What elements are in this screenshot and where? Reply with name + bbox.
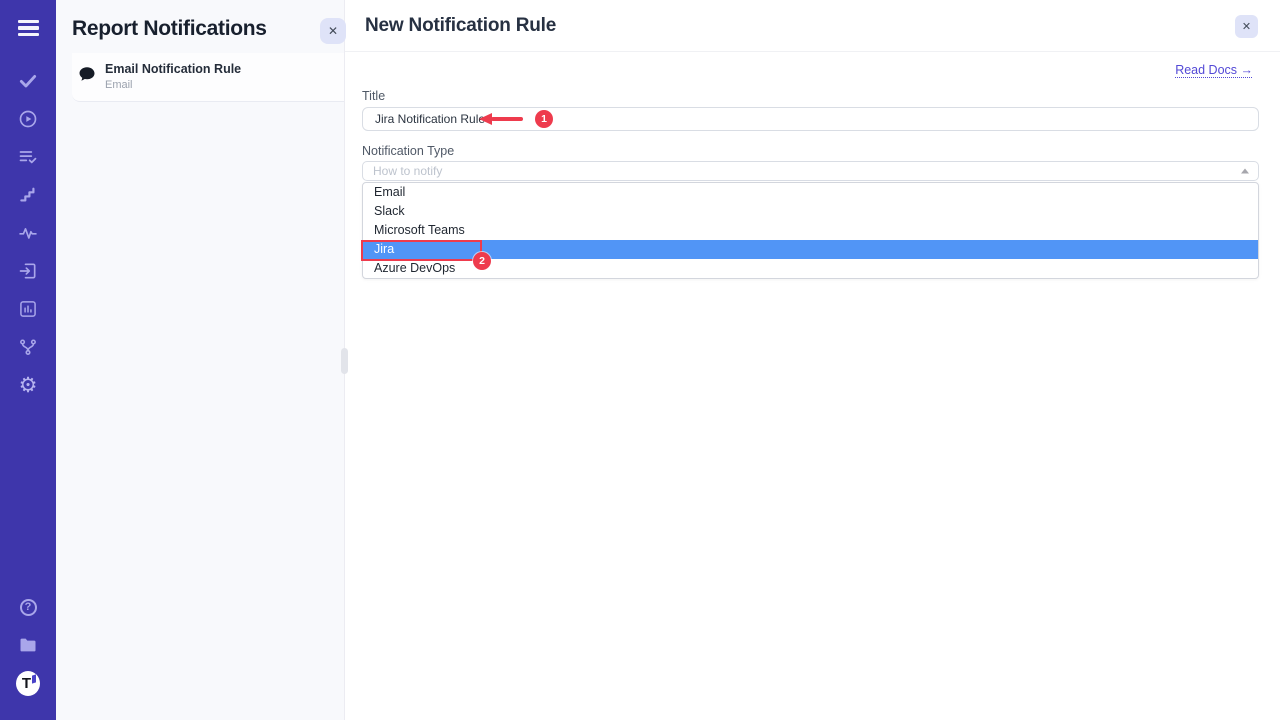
option-microsoft-teams[interactable]: Microsoft Teams [363,221,1258,240]
speech-bubble-icon [78,65,96,88]
import-icon[interactable] [16,259,40,283]
report-notifications-panel: Report Notifications ✕ Email Notificatio… [56,0,345,720]
playlist-check-icon[interactable] [16,145,40,169]
notification-type-select[interactable]: How to notify [362,161,1259,181]
select-placeholder: How to notify [373,164,442,178]
menu-icon[interactable] [16,16,40,40]
annotation-arrow-left [479,113,523,125]
annotation-highlight-rect [361,240,482,261]
steps-icon[interactable] [16,183,40,207]
option-email[interactable]: Email [363,183,1258,202]
activity-icon[interactable] [16,221,40,245]
notification-rule-form: Title Jira Notification Rule 1 Notificat… [345,79,1280,279]
list-item-email-notification-rule[interactable]: Email Notification Rule Email [72,53,344,102]
logo-letter: T [22,675,31,692]
notification-type-dropdown: Email Slack Microsoft Teams Jira Azure D… [362,182,1259,279]
drawer-header: New Notification Rule ✕ [345,0,1280,52]
panel-resize-handle[interactable] [341,348,348,374]
notification-type-label: Notification Type [362,144,1259,158]
annotation-step-badge-1: 1 [535,110,553,128]
new-notification-rule-drawer: New Notification Rule ✕ Read Docs → Titl… [345,0,1280,720]
menu-bar [18,26,39,29]
menu-bar [18,33,39,36]
panel-title: Report Notifications [56,0,344,53]
close-icon[interactable]: ✕ [1235,15,1258,38]
sidebar-bottom: ? T [16,588,40,702]
read-docs-row: Read Docs → [345,52,1280,79]
title-label: Title [362,89,1259,103]
folder-icon[interactable] [16,633,40,657]
arrow-tail [491,117,523,121]
play-circle-icon[interactable] [16,107,40,131]
option-jira[interactable]: Jira [363,240,1258,259]
bar-chart-icon[interactable] [16,297,40,321]
close-icon[interactable]: ✕ [320,18,346,44]
help-icon[interactable]: ? [16,595,40,619]
option-azure-devops[interactable]: Azure DevOps [363,259,1258,278]
settings-gear-icon[interactable]: ⚙ [16,373,40,397]
sidebar: ⚙ ? T [0,0,56,720]
logo-circle: T [16,671,40,696]
caret-up-icon [1241,169,1249,174]
list-item-text: Email Notification Rule Email [105,62,241,91]
menu-bar [18,20,39,23]
read-docs-link[interactable]: Read Docs → [1175,63,1253,77]
page-title: New Notification Rule [365,15,556,37]
option-slack[interactable]: Slack [363,202,1258,221]
help-glyph: ? [20,599,37,616]
check-icon[interactable] [16,69,40,93]
title-input-value: Jira Notification Rule [375,112,485,126]
app-logo[interactable]: T [16,671,40,695]
annotation-step-badge-2: 2 [473,252,491,270]
title-input[interactable]: Jira Notification Rule 1 [362,107,1259,131]
branch-icon[interactable] [16,335,40,359]
list-item-title: Email Notification Rule [105,62,241,76]
list-item-subtitle: Email [105,79,241,91]
logo-flag [32,674,36,683]
gear-glyph: ⚙ [19,375,38,396]
